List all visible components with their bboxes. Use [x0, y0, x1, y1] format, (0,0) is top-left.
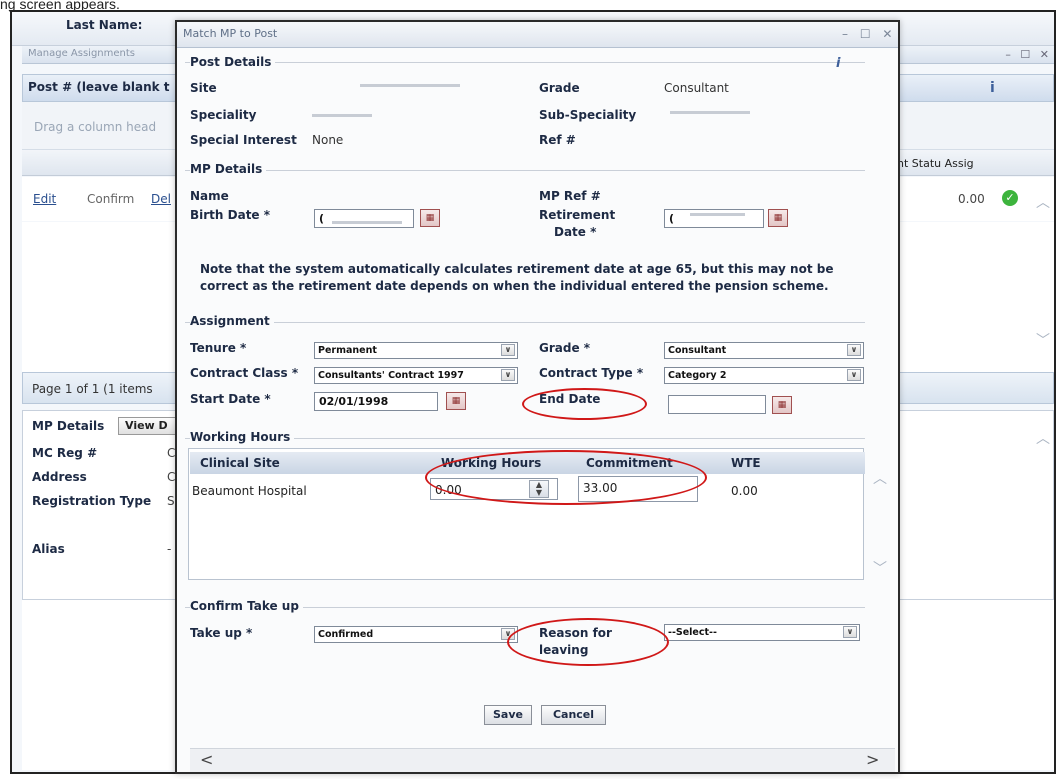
info-icon[interactable]: i	[990, 80, 995, 96]
chevron-down-icon: ∨	[501, 344, 515, 356]
view-button[interactable]: View D	[118, 417, 178, 435]
special-interest-label: Special Interest	[190, 133, 297, 147]
mp-details-tab[interactable]: MP Details	[32, 419, 104, 433]
chevron-down-icon: ∨	[501, 369, 515, 381]
horizontal-scrollbar[interactable]	[190, 748, 895, 772]
contract-type-value: Category 2	[668, 370, 727, 381]
scroll-down-icon[interactable]: ﹀	[1036, 330, 1050, 350]
tenure-label: Tenure *	[190, 341, 247, 355]
alias-label: Alias	[32, 542, 65, 556]
check-icon: ✓	[1002, 190, 1018, 206]
grid-scroll-down-icon[interactable]: ﹀	[873, 558, 887, 578]
post-details-legend: Post Details	[190, 55, 276, 69]
sub-speciality-label: Sub-Speciality	[539, 108, 637, 122]
save-button[interactable]: Save	[484, 705, 532, 725]
start-date-label: Start Date *	[190, 392, 271, 406]
contract-class-value: Consultants' Contract 1997	[318, 370, 464, 381]
drag-column-hint: Drag a column head	[34, 120, 157, 134]
calendar-icon[interactable]: ▦	[420, 209, 440, 227]
pager-text: Page 1 of 1 (1 items	[32, 382, 153, 396]
alias-value: -	[167, 542, 172, 556]
take-up-select[interactable]: Confirmed ∨	[314, 626, 518, 643]
start-date-input[interactable]: 02/01/1998	[314, 392, 438, 411]
grade-select-value: Consultant	[668, 345, 727, 356]
mp-details-legend: MP Details	[190, 162, 267, 176]
edit-link[interactable]: Edit	[33, 192, 56, 206]
dialog-title: Match MP to Post	[183, 27, 278, 40]
tenure-value: Permanent	[318, 345, 377, 356]
retirement-date-label-2: Date *	[554, 225, 597, 239]
contract-class-select[interactable]: Consultants' Contract 1997 ∨	[314, 367, 518, 384]
annotation-ellipse-end-date	[522, 388, 647, 420]
mc-reg-label: MC Reg #	[32, 446, 98, 460]
grade-value: Consultant	[664, 81, 729, 95]
birth-date-label: Birth Date *	[190, 208, 271, 222]
retirement-date-redacted	[690, 213, 745, 216]
end-date-input[interactable]	[668, 395, 766, 414]
address-label: Address	[32, 470, 87, 484]
retirement-note-line-2: correct as the retirement date depends o…	[200, 279, 829, 293]
post-number-label: Post # (leave blank t	[28, 80, 170, 94]
last-name-label: Last Name:	[66, 18, 143, 32]
special-interest-value: None	[312, 133, 344, 147]
scroll-up-icon[interactable]: ︿	[1036, 192, 1050, 212]
birth-date-redacted	[332, 221, 402, 224]
grid-scroll-up-icon[interactable]: ︿	[873, 468, 887, 488]
assignment-grade-label: Grade *	[539, 341, 591, 355]
tenure-select[interactable]: Permanent ∨	[314, 342, 518, 359]
site-value-redacted	[360, 84, 460, 87]
dialog-titlebar[interactable]	[177, 22, 898, 48]
delete-link[interactable]: Del	[151, 192, 171, 206]
take-up-label: Take up *	[190, 626, 253, 640]
calendar-icon[interactable]: ▦	[768, 209, 788, 227]
calendar-icon[interactable]: ▦	[446, 392, 466, 410]
retirement-date-label: Retirement	[539, 208, 616, 222]
chevron-down-icon: ∨	[843, 626, 857, 638]
wte-header[interactable]: WTE	[731, 456, 761, 470]
retirement-date-input[interactable]: (	[664, 209, 764, 228]
dialog-window-controls[interactable]: – ☐ ✕	[842, 27, 896, 41]
grid-column-header-right[interactable]: nt Statu Assig	[897, 157, 974, 170]
annotation-ellipse-working-hours	[425, 450, 707, 505]
contract-class-label: Contract Class *	[190, 366, 299, 380]
chevron-down-icon: ∨	[847, 369, 861, 381]
mp-ref-label: MP Ref #	[539, 189, 601, 203]
assignment-legend: Assignment	[190, 314, 274, 328]
row-value: 0.00	[958, 192, 985, 206]
reason-for-leaving-select[interactable]: --Select-- ∨	[664, 624, 860, 641]
registration-type-value: S	[167, 494, 175, 508]
reason-value: --Select--	[668, 627, 717, 638]
cancel-button[interactable]: Cancel	[541, 705, 606, 725]
wte-cell: 0.00	[731, 484, 758, 498]
working-hours-legend: Working Hours	[190, 430, 295, 444]
clinical-site-cell: Beaumont Hospital	[192, 484, 307, 498]
panel-scroll-up-icon[interactable]: ︿	[1036, 428, 1050, 448]
manage-window-controls[interactable]: – ☐ ✕	[1005, 48, 1052, 61]
confirm-take-up-legend: Confirm Take up	[190, 599, 303, 613]
speciality-label: Speciality	[190, 108, 257, 122]
calendar-icon[interactable]: ▦	[772, 396, 792, 414]
contract-type-select[interactable]: Category 2 ∨	[664, 367, 864, 384]
retirement-note-line-1: Note that the system automatically calcu…	[200, 262, 834, 276]
clinical-site-header[interactable]: Clinical Site	[200, 456, 280, 470]
annotation-ellipse-reason	[507, 618, 669, 666]
scroll-right-icon[interactable]: >	[866, 750, 879, 769]
speciality-value-redacted	[312, 114, 372, 117]
scroll-left-icon[interactable]: <	[200, 750, 213, 769]
info-icon[interactable]: i	[836, 56, 840, 71]
confirm-link[interactable]: Confirm	[87, 192, 134, 206]
name-label: Name	[190, 189, 229, 203]
site-label: Site	[190, 81, 217, 95]
birth-date-input[interactable]: (	[314, 209, 414, 228]
sub-speciality-value-redacted	[670, 111, 750, 114]
registration-type-label: Registration Type	[32, 494, 152, 508]
contract-type-label: Contract Type *	[539, 366, 644, 380]
grade-label: Grade	[539, 81, 580, 95]
grade-select[interactable]: Consultant ∨	[664, 342, 864, 359]
chevron-down-icon: ∨	[847, 344, 861, 356]
take-up-value: Confirmed	[318, 629, 374, 640]
ref-label: Ref #	[539, 133, 576, 147]
